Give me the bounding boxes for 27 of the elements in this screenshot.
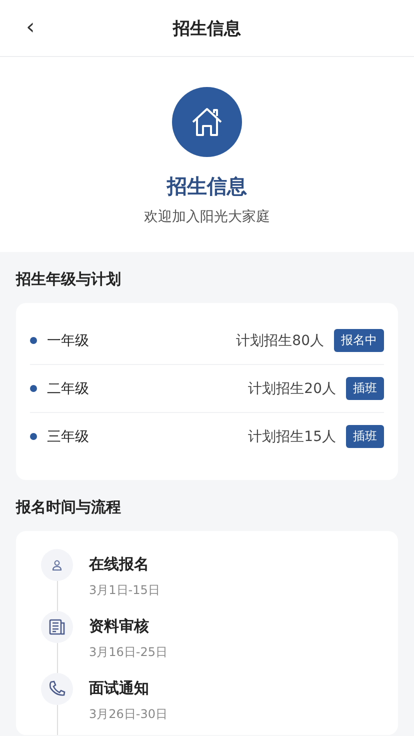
- grade-name: 一年级: [47, 332, 89, 350]
- bullet-icon: [30, 433, 37, 440]
- hero-title: 招生信息: [167, 173, 247, 200]
- step-title: 面试通知: [89, 679, 150, 698]
- status-tag: 插班: [346, 377, 384, 400]
- bullet-icon: [30, 385, 37, 392]
- back-button[interactable]: ‹: [22, 16, 39, 40]
- grade-name: 三年级: [47, 428, 89, 446]
- step-date: 3月26日-30日: [89, 706, 168, 723]
- step-date: 3月16日-25日: [89, 644, 168, 661]
- plan-count: 计划招生15人: [248, 428, 336, 446]
- plan-count: 计划招生20人: [248, 380, 336, 398]
- step-title: 在线报名: [89, 555, 150, 574]
- document-icon: [41, 611, 73, 643]
- step-date: 3月1日-15日: [89, 582, 160, 599]
- hero-subtitle: 欢迎加入阳光大家庭: [144, 208, 270, 226]
- page-title: 招生信息: [173, 18, 241, 40]
- status-tag: 报名中: [334, 329, 384, 352]
- person-icon: [41, 549, 73, 581]
- bullet-icon: [30, 337, 37, 344]
- section-title: 招生年级与计划: [14, 269, 122, 290]
- step-title: 资料审核: [89, 617, 150, 636]
- grade-name: 二年级: [47, 380, 89, 398]
- status-tag: 插班: [346, 425, 384, 448]
- phone-icon: [41, 673, 73, 705]
- plan-count: 计划招生80人: [236, 332, 324, 350]
- section-title: 报名时间与流程: [14, 497, 122, 518]
